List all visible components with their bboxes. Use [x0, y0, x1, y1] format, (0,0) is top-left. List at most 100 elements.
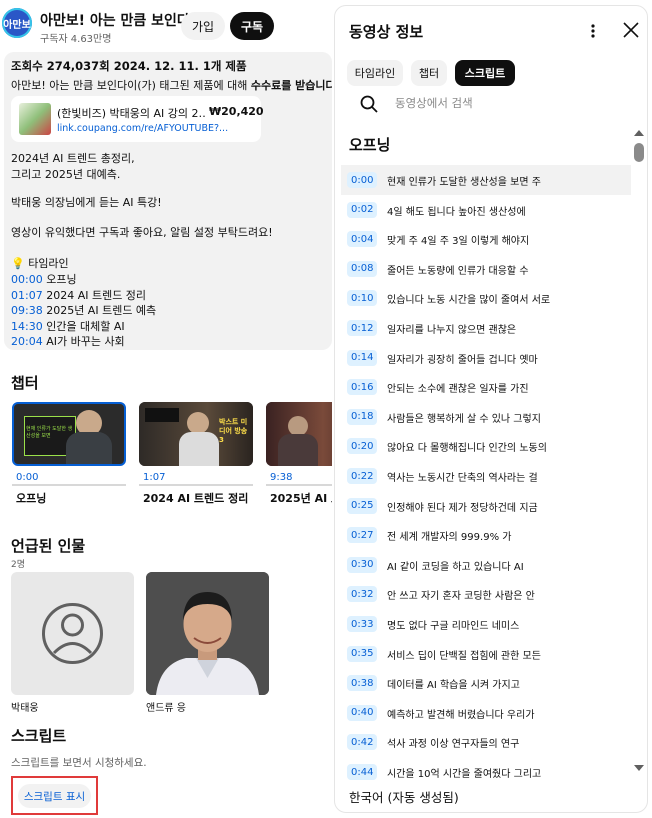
transcript-segment[interactable]: 0:22 역사는 노동시간 단축의 역사라는 걸	[341, 461, 631, 491]
scroll-up-arrow[interactable]	[634, 130, 644, 136]
channel-avatar[interactable]: 아만보	[2, 8, 32, 38]
segment-timestamp: 0:20	[347, 438, 378, 455]
person-placeholder-avatar	[11, 572, 134, 695]
product-card[interactable]: (한빛비즈) 박태웅의 AI 강의 2… ₩20,420 link.coupan…	[11, 96, 264, 142]
chapter-thumbnail: 현재 인류가 도달한 생산성을 보면	[12, 402, 126, 466]
timestamp-link[interactable]: 20:04	[11, 335, 43, 348]
segment-timestamp: 0:42	[347, 734, 378, 751]
subscribe-button[interactable]: 구독	[230, 12, 274, 40]
transcript-segment[interactable]: 0:04 맞게 주 4일 주 3일 이렇게 해야지	[341, 224, 631, 254]
chapter-card[interactable]: 현재 인류가 도달한 생산성을 보면 0:00 오프닝	[12, 402, 126, 505]
transcript-section-heading: 오프닝	[349, 136, 391, 154]
product-thumbnail	[19, 103, 51, 135]
transcript-segment[interactable]: 0:08 줄어든 노동량에 인류가 대응할 수	[341, 254, 631, 284]
segment-timestamp: 0:32	[347, 586, 378, 603]
transcript-segment[interactable]: 0:12 일자리를 나누지 않으면 괜찮은	[341, 313, 631, 343]
timeline-entry: 14:30 인간을 대체할 AI	[11, 318, 125, 334]
transcript-segment[interactable]: 0:27 전 세계 개발자의 999.9% 가	[341, 520, 631, 550]
transcript-segment[interactable]: 0:02 4일 해도 됩니다 높아진 생산성에	[341, 195, 631, 225]
transcript-segment[interactable]: 0:14 일자리가 굉장히 줄어들 겁니다 옛마	[341, 343, 631, 373]
timeline-entry: 20:04 AI가 바꾸는 사회	[11, 333, 125, 349]
segment-text: 역사는 노동시간 단축의 역사라는 걸	[387, 473, 538, 484]
transcript-segment[interactable]: 0:32 안 쓰고 자기 혼자 코딩한 사람은 안	[341, 579, 631, 609]
tab-transcript[interactable]: 스크립트	[455, 60, 515, 86]
transcript-segment[interactable]: 0:20 않아요 다 몰행해집니다 인간의 노동의	[341, 431, 631, 461]
chapter-title: 오프닝	[16, 492, 47, 505]
search-icon[interactable]	[359, 94, 379, 114]
chapter-progress	[266, 484, 332, 486]
transcript-segment[interactable]: 0:25 인정해야 된다 제가 정당하건데 지금	[341, 491, 631, 521]
chapter-thumb-caption: 박스트 미디어 방송 3	[219, 418, 248, 444]
channel-name[interactable]: 아만보! 아는 만큼 보인다	[40, 10, 190, 30]
timestamp-link[interactable]: 14:30	[11, 320, 43, 333]
person-card[interactable]: 앤드류 응	[146, 572, 269, 714]
transcript-segment[interactable]: 0:33 명도 없다 구글 리마인드 네미스	[341, 609, 631, 639]
chapter-timestamp: 9:38	[270, 472, 293, 483]
transcript-segment[interactable]: 0:00 현재 인류가 도달한 생산성을 보면 주	[341, 165, 631, 195]
timestamp-link[interactable]: 00:00	[11, 273, 43, 286]
person-name: 박태웅	[11, 703, 39, 714]
tab-chapters[interactable]: 챕터	[411, 60, 447, 86]
script-hint: 스크립트를 보면서 시청하세요.	[11, 757, 147, 769]
transcript-segment[interactable]: 0:10 있습니다 노동 시간을 많이 줄여서 서로	[341, 283, 631, 313]
chapter-card[interactable]: 9:38 2025년 AI 트렌드 예측	[266, 402, 332, 505]
segment-timestamp: 0:27	[347, 527, 378, 544]
segment-text: AI 같이 코딩을 하고 있습니다 AI	[387, 561, 524, 573]
segment-text: 줄어든 노동량에 인류가 대응할 수	[387, 265, 529, 277]
video-info-column: 아만보 아만보! 아는 만큼 보인다 구독자 4.63만명 가입 구독 조회수 …	[0, 0, 332, 818]
segment-timestamp: 0:10	[347, 290, 378, 307]
segment-text: 있습니다 노동 시간을 많이 줄여서 서로	[387, 295, 551, 307]
scrollbar-thumb[interactable]	[634, 143, 644, 162]
segment-text: 현재 인류가 도달한 생산성을 보면 주	[387, 177, 541, 188]
chapter-title: 2024 AI 트렌드 정리	[143, 492, 249, 505]
segment-text: 전 세계 개발자의 999.9% 가	[387, 532, 512, 544]
description-line: 2024년 AI 트렌드 총정리,	[11, 152, 135, 165]
product-price: ₩20,420	[209, 105, 264, 118]
transcript-segment[interactable]: 0:35 서비스 딥이 단백질 접힘에 관한 모든	[341, 639, 631, 669]
timestamp-link[interactable]: 01:07	[11, 289, 43, 302]
timeline-entry: 01:07 2024 AI 트렌드 정리	[11, 287, 146, 303]
transcript-segment[interactable]: 0:30 AI 같이 코딩을 하고 있습니다 AI	[341, 550, 631, 580]
segment-text: 일자리가 굉장히 줄어들 겁니다 옛마	[387, 354, 538, 366]
people-heading: 언급된 인물	[11, 537, 86, 555]
close-icon[interactable]	[619, 18, 643, 42]
segment-timestamp: 0:16	[347, 379, 378, 396]
transcript-segment[interactable]: 0:40 예측하고 발견해 버렸습니다 우리가	[341, 698, 631, 728]
video-info-panel: 동영상 정보 타임라인 챕터 스크립트 오프닝 0:00 현재 인류가 도달한 생…	[334, 5, 648, 813]
segment-text: 서비스 딥이 단백질 접힘에 관한 모든	[387, 650, 541, 662]
transcript-language[interactable]: 한국어 (자동 생성됨)	[349, 787, 459, 806]
transcript-search-input[interactable]	[395, 93, 605, 113]
chapter-thumbnail: 박스트 미디어 방송 3	[139, 402, 253, 466]
timeline-heading: 💡 타임라인	[11, 257, 69, 270]
segment-timestamp: 0:44	[347, 764, 378, 780]
product-link[interactable]: link.coupang.com/re/AFYOUTUBE?...	[57, 123, 228, 134]
transcript-segment[interactable]: 0:44 시간을 10억 시간을 줄여줬다 그리고	[341, 757, 631, 781]
segment-timestamp: 0:00	[347, 172, 378, 188]
more-options-icon[interactable]	[583, 20, 603, 42]
segment-text: 안되는 소수에 괜찮은 일자를 가진	[387, 384, 529, 396]
segment-timestamp: 0:14	[347, 349, 378, 366]
description-box[interactable]: 조회수 274,037회 2024. 12. 11. 1개 제품 아만보! 아는…	[4, 52, 332, 350]
highlight-frame: 스크립트 표시	[11, 776, 98, 815]
transcript-segment[interactable]: 0:38 데이터를 AI 학습을 시켜 가지고	[341, 668, 631, 698]
join-button[interactable]: 가입	[181, 12, 225, 40]
segment-timestamp: 0:08	[347, 260, 378, 277]
subscriber-count: 구독자 4.63만명	[40, 34, 112, 45]
scroll-down-arrow[interactable]	[634, 765, 644, 771]
chapter-timestamp: 1:07	[143, 472, 166, 483]
transcript-search	[359, 90, 619, 116]
transcript-segment[interactable]: 0:18 사람들은 행복하게 살 수 있나 그렇지	[341, 402, 631, 432]
chapter-card[interactable]: 박스트 미디어 방송 3 1:07 2024 AI 트렌드 정리	[139, 402, 253, 505]
description-line: 그리고 2025년 대예측.	[11, 168, 121, 181]
person-card[interactable]: 박태웅	[11, 572, 134, 714]
affiliate-notice-text: 아만보! 아는 만큼 보인다이(가) 태그된 제품에 대해	[11, 79, 251, 92]
segment-timestamp: 0:12	[347, 320, 378, 336]
show-script-button[interactable]: 스크립트 표시	[18, 784, 91, 808]
description-line: 박태웅 의장님에게 듣는 AI 특강!	[11, 196, 162, 209]
transcript-segment[interactable]: 0:16 안되는 소수에 괜찮은 일자를 가진	[341, 372, 631, 402]
transcript-segment[interactable]: 0:42 석사 과정 이상 연구자들의 연구	[341, 727, 631, 757]
timestamp-link[interactable]: 09:38	[11, 304, 43, 317]
tab-timeline[interactable]: 타임라인	[347, 60, 403, 86]
transcript-segment-list: 0:00 현재 인류가 도달한 생산성을 보면 주 0:02 4일 해도 됩니다 높아…	[341, 165, 631, 781]
people-count: 2명	[11, 560, 26, 570]
